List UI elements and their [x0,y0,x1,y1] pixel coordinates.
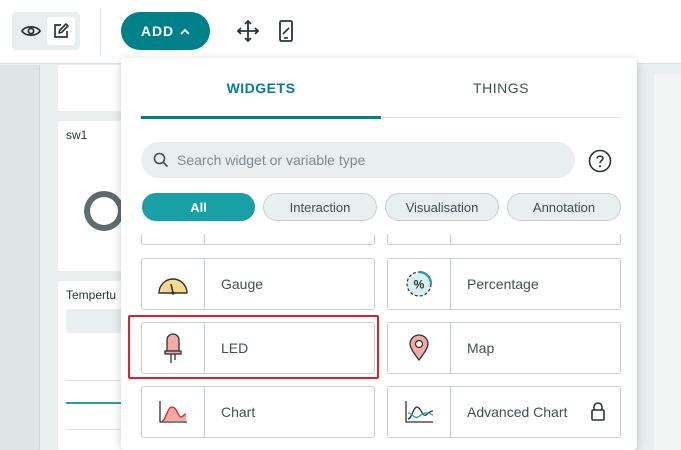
widget-tile-chart[interactable]: Chart [141,386,375,438]
tab-widgets[interactable]: WIDGETS [141,58,381,119]
active-tab-indicator [141,116,381,119]
map-pin-icon [409,334,429,362]
edit-mode-button[interactable] [47,17,75,45]
right-panel [654,74,681,450]
widget-search-box [141,142,575,178]
widget-label-map: Map [467,340,495,356]
search-icon [153,152,169,168]
chevron-up-icon [180,28,190,35]
widget-tile-advanced-chart[interactable]: Advanced Chart [387,386,621,438]
add-widget-button[interactable]: ADD [121,12,210,50]
add-button-label: ADD [140,23,175,39]
filter-visualisation[interactable]: Visualisation [385,193,499,221]
mobile-view-button[interactable] [273,18,299,44]
add-widget-popup: WIDGETS THINGS All Interaction Visualisa… [121,58,637,450]
mobile-icon [279,20,293,42]
widget-label-advanced-chart: Advanced Chart [467,404,568,420]
tab-things[interactable]: THINGS [381,58,621,118]
widget-tile-gauge[interactable]: Gauge [141,258,375,310]
advanced-chart-icon [405,401,434,423]
left-sidebar-strip [0,65,40,450]
widget-tile[interactable] [387,234,621,245]
preview-mode-button[interactable] [17,17,45,45]
tab-widgets-label: WIDGETS [226,80,296,96]
filter-annotation[interactable]: Annotation [507,193,621,221]
chart-icon [159,401,187,423]
move-icon [236,19,260,43]
widget-grid: Gauge % Percentage LED Map Chart Advance… [121,234,637,450]
help-button[interactable] [588,149,612,173]
widget-label-chart: Chart [221,404,256,420]
widget-tile[interactable] [141,234,375,245]
widget-search-input[interactable] [177,152,557,168]
view-mode-toggle [12,12,80,50]
led-icon [164,333,182,363]
widget-label-led: LED [221,340,249,356]
arrange-widgets-button[interactable] [235,18,261,44]
widget-label-gauge: Gauge [221,276,264,292]
filter-interaction[interactable]: Interaction [263,193,377,221]
widget-label-percentage: Percentage [467,276,539,292]
filter-all[interactable]: All [142,193,255,221]
percentage-symbol: % [414,278,425,292]
edit-icon [54,23,69,38]
gauge-icon [158,278,188,295]
eye-icon [21,25,41,37]
help-icon [588,149,612,173]
switch-toggle[interactable] [84,191,124,231]
picker-tabs: WIDGETS THINGS [141,58,621,119]
widget-tile-percentage[interactable]: % Percentage [387,258,621,310]
percentage-icon: % [406,270,433,297]
switch-card-title: sw1 [66,128,88,142]
lock-icon [591,402,605,421]
top-toolbar: ADD [0,0,681,64]
widget-tile-led[interactable]: LED [141,322,375,374]
toolbar-divider [100,8,101,56]
tab-things-label: THINGS [473,80,529,96]
widget-tile-map[interactable]: Map [387,322,621,374]
